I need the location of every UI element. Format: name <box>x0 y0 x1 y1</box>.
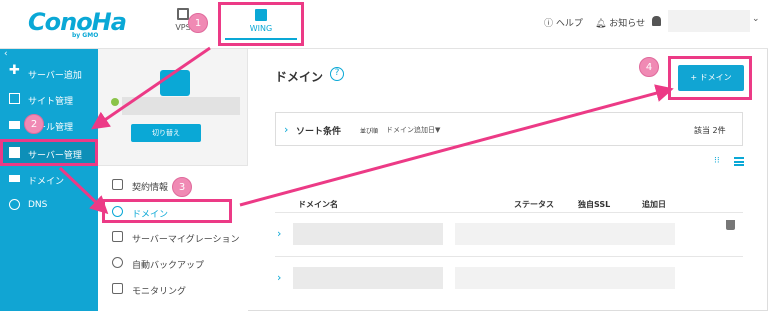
server-large-icon <box>160 70 190 96</box>
sidebar-item-label: ドメイン <box>28 177 65 187</box>
step-badge-1: 1 <box>188 13 208 33</box>
column-header-date: 追加日 <box>642 200 666 209</box>
server-status-dot <box>111 98 119 106</box>
help-link[interactable]: ⓘ ヘルプ <box>544 16 583 29</box>
backup-icon <box>112 257 123 268</box>
submenu-item-label: 契約情報 <box>132 183 169 193</box>
sidebar-item-label: サイト管理 <box>28 97 74 107</box>
migration-icon <box>112 231 123 242</box>
list-view-icon[interactable] <box>734 157 744 166</box>
column-header-ssl: 独自SSL <box>578 200 611 209</box>
sidebar-item-server[interactable]: サーバー管理 <box>0 140 98 166</box>
news-label: お知らせ <box>609 19 646 29</box>
sidebar-item-label: DNS <box>28 200 48 210</box>
user-account-menu[interactable] <box>668 10 750 32</box>
result-count: 該当 2件 <box>694 126 726 135</box>
globe-icon <box>112 206 123 217</box>
sort-label: ソート条件 <box>296 127 342 137</box>
sidebar-item-add-server[interactable]: ✚ サーバー追加 <box>0 60 98 86</box>
domain-name-cell <box>293 223 443 245</box>
sidebar-item-domain[interactable]: ドメイン <box>0 166 98 192</box>
sidebar-item-mail[interactable]: メール管理 <box>0 112 98 138</box>
nav-wing-label: WING <box>249 24 273 33</box>
submenu-item-label: サーバーマイグレーション <box>132 235 240 245</box>
submenu-item-backup[interactable]: 自動バックアップ <box>98 251 248 275</box>
page-title: ドメイン <box>275 70 324 84</box>
tree-view-icon[interactable]: ⁝⁝ <box>714 156 724 166</box>
sidebar-item-label: サーバー管理 <box>28 151 82 161</box>
submenu-item-label: 自動バックアップ <box>132 261 205 271</box>
server-icon <box>9 147 20 158</box>
column-header-status: ステータス <box>514 200 554 209</box>
row-details-cell <box>455 267 675 289</box>
column-header-domain: ドメイン名 <box>298 200 338 209</box>
vps-icon <box>177 8 189 20</box>
mail-icon <box>9 121 20 129</box>
domain-icon <box>9 175 20 182</box>
trash-icon[interactable] <box>726 220 735 230</box>
step-badge-4: 4 <box>639 57 659 77</box>
user-icon <box>652 16 661 26</box>
sidebar-item-dns[interactable]: DNS <box>0 192 98 218</box>
nav-wing[interactable]: WING <box>218 2 304 46</box>
chevron-down-icon[interactable]: ⌄ <box>752 14 760 24</box>
domain-name-cell <box>293 267 443 289</box>
sidebar-item-site[interactable]: サイト管理 <box>0 86 98 112</box>
globe-icon <box>9 199 20 210</box>
sort-order-value[interactable]: ドメイン追加日▼ <box>386 125 440 135</box>
add-domain-button[interactable]: + ドメイン <box>678 65 744 91</box>
help-icon[interactable]: ? <box>330 67 344 81</box>
active-tab-underline <box>225 38 297 40</box>
submenu-item-monitoring[interactable]: モニタリング <box>98 277 248 301</box>
top-header: ConoHa by GMO VPS WING ⓘ ヘルプ 🔔︎ お知らせ ⌄ <box>0 0 768 49</box>
row-details-cell <box>455 223 675 245</box>
contract-icon <box>112 179 123 190</box>
step-badge-2: 2 <box>24 114 44 134</box>
server-name <box>122 97 240 115</box>
window-icon <box>9 93 20 104</box>
chevron-right-icon[interactable]: › <box>277 271 281 284</box>
sort-order-label: 並び順 <box>360 128 379 135</box>
help-label: ヘルプ <box>555 19 583 29</box>
submenu-item-label: ドメイン <box>132 210 169 220</box>
monitor-icon <box>112 283 123 294</box>
submenu-item-domain[interactable]: ドメイン <box>98 200 248 224</box>
table-row[interactable]: › <box>275 212 743 256</box>
sidebar-item-label: サーバー追加 <box>28 71 82 81</box>
submenu-item-migration[interactable]: サーバーマイグレーション <box>98 225 248 249</box>
table-row[interactable]: › <box>275 256 743 300</box>
collapse-sidebar-icon[interactable]: ‹ <box>4 49 8 59</box>
news-link[interactable]: 🔔︎ お知らせ <box>595 16 645 29</box>
sort-conditions-bar[interactable]: › ソート条件 並び順 ドメイン追加日▼ 該当 2件 <box>275 112 743 146</box>
chevron-right-icon[interactable]: › <box>277 227 281 240</box>
step-badge-3: 3 <box>172 177 192 197</box>
plus-icon: ✚ <box>9 63 20 78</box>
submenu-item-label: モニタリング <box>132 287 187 297</box>
logo-subtitle: by GMO <box>72 32 99 39</box>
switch-server-button[interactable]: 切り替え <box>131 124 201 142</box>
chevron-right-icon: › <box>284 123 289 136</box>
wing-icon <box>255 9 267 21</box>
